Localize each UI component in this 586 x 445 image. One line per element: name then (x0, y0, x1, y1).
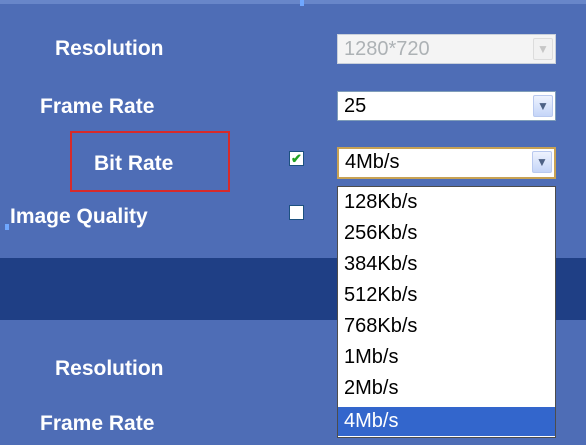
chevron-down-icon[interactable]: ▼ (532, 151, 552, 173)
resolution-select: 1280*720 ▼ (337, 34, 556, 64)
frame-rate-select[interactable]: 25 ▼ (337, 91, 556, 121)
bit-rate-select[interactable]: 4Mb/s ▼ (337, 147, 556, 179)
dropdown-option[interactable]: 768Kb/s (338, 312, 555, 341)
resolution-label: Resolution (55, 37, 164, 60)
dropdown-option[interactable]: 128Kb/s (338, 188, 555, 217)
panel-top-border (0, 0, 586, 4)
dropdown-option[interactable]: 2Mb/s (338, 374, 555, 403)
frame-rate-value: 25 (344, 95, 367, 117)
dropdown-option[interactable]: 384Kb/s (338, 250, 555, 279)
bit-rate-value: 4Mb/s (345, 151, 400, 173)
frame-rate-label: Frame Rate (40, 95, 155, 118)
dropdown-option[interactable]: 512Kb/s (338, 281, 555, 310)
dropdown-option[interactable]: 256Kb/s (338, 219, 555, 248)
resolution-value: 1280*720 (344, 38, 430, 60)
bit-rate-dropdown-list[interactable]: 128Kb/s 256Kb/s 384Kb/s 512Kb/s 768Kb/s … (337, 186, 556, 438)
edge-marker (5, 224, 9, 230)
chevron-down-icon: ▼ (533, 38, 553, 60)
corner-marker (300, 0, 304, 6)
dropdown-option-selected[interactable]: 4Mb/s (338, 407, 555, 436)
bit-rate-checkbox[interactable]: ✔ (289, 151, 304, 166)
secondary-resolution-label: Resolution (55, 357, 164, 380)
dropdown-option[interactable]: 1Mb/s (338, 343, 555, 372)
image-quality-checkbox[interactable] (289, 205, 304, 220)
chevron-down-icon[interactable]: ▼ (533, 95, 553, 117)
secondary-frame-rate-label: Frame Rate (40, 412, 155, 435)
checkmark-icon: ✔ (291, 151, 302, 166)
bit-rate-label: Bit Rate (94, 152, 174, 175)
image-quality-label: Image Quality (10, 205, 148, 228)
